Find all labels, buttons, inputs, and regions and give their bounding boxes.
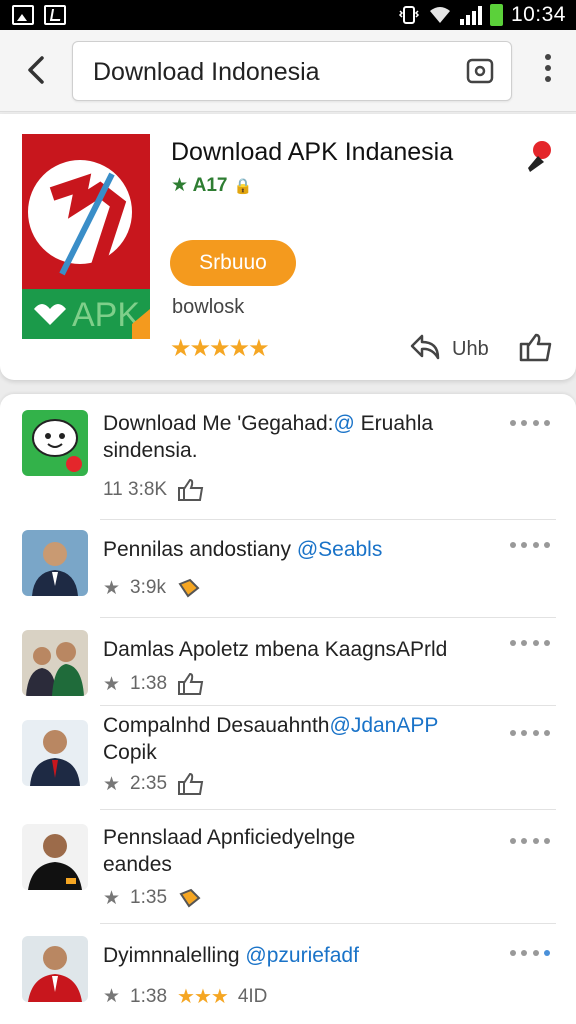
app-star-rating: ★★★★★: [170, 335, 270, 362]
list-item-meta: ★ 1:38: [103, 672, 205, 696]
app-thumbnail: [22, 410, 88, 476]
list-item-meta: ★ 1:38 ★★★ 4ID: [103, 984, 267, 1009]
rating-extra: 4ID: [237, 985, 268, 1007]
overflow-menu-icon[interactable]: [538, 54, 558, 90]
rating-count: 2:35: [130, 773, 168, 794]
list-item[interactable]: Damlas Apoletz mbena KaagnsAPrld ★ 1:38: [0, 618, 576, 706]
app-detail-card: APK Download APK Indanesia ★ A17 🔒 Srbuuo…: [0, 114, 576, 380]
download-count: 11 3:8K: [103, 479, 168, 500]
rating-count: 1:38: [130, 673, 168, 694]
camera-icon[interactable]: [465, 57, 495, 85]
apk-logo-text: APK: [72, 296, 140, 334]
group-avatar: [22, 630, 88, 696]
list-item-title: Dyimnnalelling @pzuriefadf: [103, 944, 359, 967]
wifi-icon: [429, 7, 450, 23]
battery-icon: [489, 4, 503, 26]
list-item-meta: 11 3:8K: [103, 478, 205, 502]
app-title: Download APK Indanesia: [171, 138, 454, 166]
star-icon: ★: [103, 577, 121, 599]
list-item-meta: ★ 3:9k: [103, 576, 204, 600]
app-rating: ★ A17 🔒: [171, 174, 252, 197]
list-item-meta: ★ 1:35: [103, 886, 205, 910]
list-item[interactable]: Download Me 'Gegahad:@ Eruahla sindensia…: [0, 408, 576, 520]
rating-count: 1:38: [130, 985, 168, 1007]
thumbs-up-icon[interactable]: [518, 332, 554, 362]
share-icon[interactable]: [408, 332, 442, 362]
star-icon: ★: [103, 986, 121, 1007]
person-avatar: [22, 530, 88, 596]
search-input[interactable]: Download Indonesia: [72, 41, 512, 101]
result-list: Download Me 'Gegahad:@ Eruahla sindensia…: [0, 394, 576, 1024]
list-item[interactable]: Pennilas andostiany @Seabls ★ 3:9k: [0, 520, 576, 618]
more-options-icon[interactable]: [510, 542, 550, 552]
more-options-icon[interactable]: [510, 640, 550, 650]
list-item-title: Compalnhd Desauahnth@JdanAPP Copik: [103, 714, 439, 764]
thumbs-up-icon[interactable]: [177, 772, 205, 796]
more-options-icon[interactable]: [510, 950, 550, 960]
list-item-meta: ★ 2:35: [103, 772, 205, 796]
search-query: Download Indonesia: [93, 58, 320, 86]
image-notification-icon: [12, 5, 34, 25]
more-options-icon[interactable]: [510, 838, 550, 848]
list-item-title: Pennilas andostiany @Seabls: [103, 538, 383, 561]
top-app-bar: Download Indonesia: [0, 30, 576, 112]
like-gesture-icon[interactable]: [177, 886, 205, 910]
signal-icon: [459, 5, 482, 25]
person-avatar: [22, 936, 88, 1002]
rating-count: 3:9k: [130, 577, 166, 598]
clock: 10:34: [510, 3, 566, 26]
list-item[interactable]: Pennslaad Apnficiedyelnge eandes ★ 1:35: [0, 810, 576, 924]
vibrate-icon: [398, 6, 419, 24]
more-options-icon[interactable]: [510, 420, 550, 430]
star-icon: ★: [103, 673, 121, 695]
status-bar: 10:34: [0, 0, 576, 30]
like-gesture-icon[interactable]: [176, 576, 204, 600]
list-item[interactable]: Dyimnnalelling @pzuriefadf ★ 1:38 ★★★ 4ID: [0, 924, 576, 1024]
app-rating-value: ★ A17: [171, 175, 228, 196]
list-item-title: Damlas Apoletz mbena KaagnsAPrld: [103, 638, 448, 661]
list-item-title: Download Me 'Gegahad:@ Eruahla sindensia…: [103, 412, 434, 462]
person-avatar: [22, 824, 88, 890]
thumbs-up-icon[interactable]: [177, 478, 205, 502]
thumbs-up-icon[interactable]: [177, 672, 205, 696]
app-subtitle: bowlosk: [172, 296, 245, 318]
star-rating: ★★★: [177, 986, 229, 1008]
share-label: Uhb: [452, 338, 489, 360]
apk-app-logo[interactable]: APK: [22, 134, 150, 339]
download-notification-icon: [44, 5, 66, 25]
back-arrow-icon[interactable]: [18, 50, 54, 90]
star-icon: ★: [103, 887, 121, 909]
more-options-icon[interactable]: [510, 730, 550, 740]
list-item[interactable]: Compalnhd Desauahnth@JdanAPP Copik ★ 2:35: [0, 706, 576, 810]
install-button[interactable]: Srbuuo: [170, 240, 296, 286]
lock-icon: 🔒: [233, 178, 253, 195]
person-avatar: [22, 720, 88, 786]
list-item-title: Pennslaad Apnficiedyelnge eandes: [103, 826, 356, 876]
pin-icon[interactable]: [524, 138, 556, 174]
star-icon: ★: [103, 773, 121, 795]
rating-count: 1:35: [130, 887, 168, 908]
